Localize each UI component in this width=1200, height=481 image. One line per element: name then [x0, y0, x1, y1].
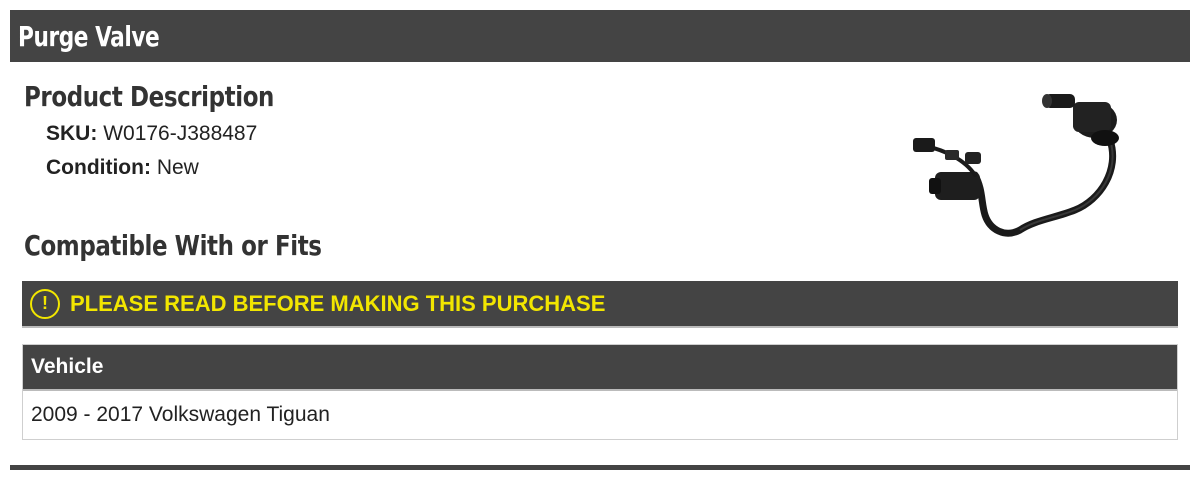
title-bar: Purge Valve	[10, 10, 1190, 62]
purge-valve-image	[913, 94, 1119, 237]
bottom-divider	[10, 465, 1190, 470]
sku-label: SKU:	[46, 122, 98, 145]
page-title: Purge Valve	[18, 19, 160, 53]
compatible-heading: Compatible With or Fits	[24, 229, 322, 262]
table-row: 2009 - 2017 Volkswagen Tiguan	[23, 391, 1177, 439]
condition-line: Condition: New	[46, 156, 199, 180]
condition-value: New	[156, 156, 199, 179]
condition-label: Condition:	[46, 156, 151, 179]
exclamation-circle-icon: !	[30, 288, 60, 319]
product-image	[905, 80, 1145, 250]
purchase-warning-bar: ! PLEASE READ BEFORE MAKING THIS PURCHAS…	[22, 281, 1178, 328]
product-description-heading: Product Description	[24, 80, 274, 113]
vehicle-column-header: Vehicle	[23, 345, 1177, 391]
vehicle-table: Vehicle 2009 - 2017 Volkswagen Tiguan	[22, 344, 1178, 440]
sku-line: SKU: W0176-J388487	[46, 122, 257, 146]
sku-value: W0176-J388487	[103, 122, 258, 145]
warning-text: PLEASE READ BEFORE MAKING THIS PURCHASE	[70, 290, 606, 316]
